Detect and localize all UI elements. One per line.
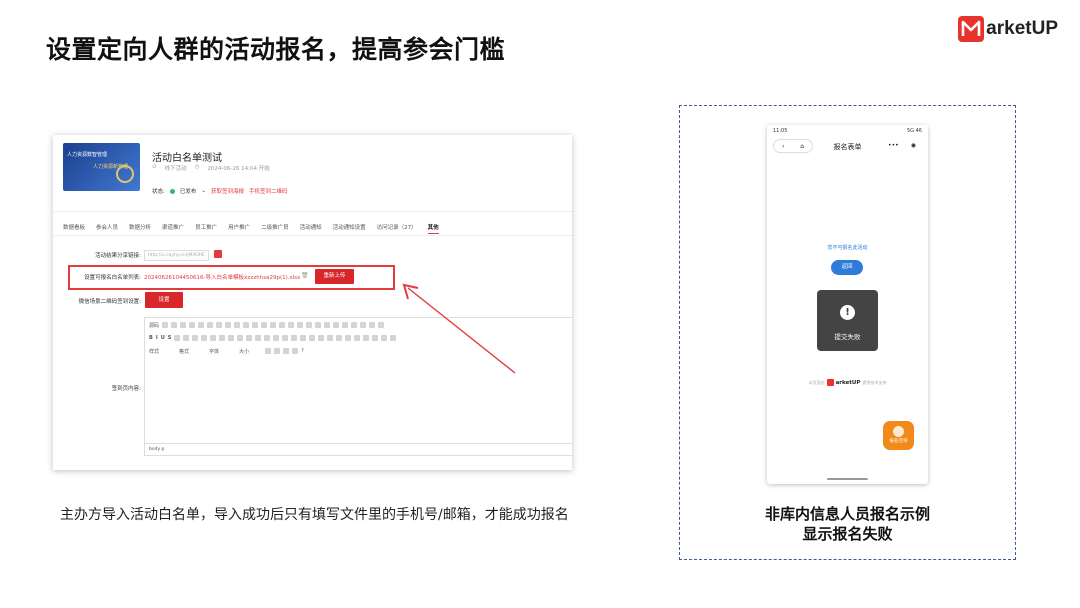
toast-text: 提交失败: [834, 333, 861, 341]
help-icon[interactable]: ?: [301, 348, 304, 354]
brand-m-icon: [826, 379, 834, 386]
nav-capsule-right: ••• ◉: [882, 139, 922, 151]
back-button[interactable]: 返回: [831, 260, 863, 275]
wechat-qr-label: 微信场景二维码签到设置:: [78, 299, 141, 305]
font-select[interactable]: 字体: [209, 348, 219, 355]
event-type: 线下活动: [164, 166, 187, 172]
bold-icon[interactable]: B: [149, 335, 153, 341]
footer-right: 提供技术支持: [862, 379, 887, 385]
exclamation-icon: !: [840, 305, 855, 320]
poster-emblem-icon: [116, 165, 134, 183]
register-notice: 您不可报名此活动: [827, 245, 868, 251]
italic-icon[interactable]: I: [156, 335, 158, 341]
tab-notice-settings[interactable]: 活动通知设置: [333, 223, 366, 234]
signin-content-label: 签到页内容:: [111, 386, 141, 392]
tab-analytics[interactable]: 数据分析: [129, 223, 151, 234]
style-select[interactable]: 样式: [149, 348, 159, 355]
close-target-icon[interactable]: ◉: [911, 142, 916, 149]
divider: [53, 235, 572, 236]
phone-screenshot: 11:05 5G 46 ‹ ⌂ 报名表单 ••• ◉ 您不可报名此活动 返回 !…: [767, 125, 928, 484]
consult-label: 报名咨询: [889, 439, 908, 444]
tab-visit-records[interactable]: 访问记录（27）: [377, 223, 417, 234]
tab-dashboard[interactable]: 数据看板: [63, 223, 85, 234]
underline-icon[interactable]: U: [161, 335, 165, 341]
powered-by: 本页面由 arketUP 提供技术支持: [767, 379, 928, 386]
whitelist-label: 设置可报名白名单列表:: [84, 275, 141, 281]
editor-footer: body p: [144, 443, 572, 455]
tab-channel[interactable]: 渠道推广: [162, 223, 184, 234]
location-icon: ⊙: [152, 164, 157, 170]
brand-m-icon: [958, 16, 985, 42]
get-poster-link[interactable]: 获取签到海报: [211, 187, 244, 195]
consult-float-button[interactable]: 报名咨询: [883, 421, 914, 450]
status-signal: 5G 46: [906, 128, 922, 134]
tab-user[interactable]: 用户推广: [228, 223, 250, 234]
status-value[interactable]: 已发布: [180, 187, 197, 195]
source-button[interactable]: 源码: [149, 322, 159, 329]
brand-logo: arketUP: [958, 16, 1058, 42]
divider: [53, 211, 572, 212]
brand-name: arketUP: [986, 18, 1058, 39]
error-toast: ! 提交失败: [817, 290, 878, 351]
clock-icon: ◷: [194, 164, 200, 170]
setting-button[interactable]: 设置: [145, 292, 183, 308]
share-link-label: 活动结果分享链接:: [95, 253, 141, 259]
status-time: 11:05: [773, 128, 788, 134]
strike-icon[interactable]: S: [168, 335, 172, 341]
copy-icon[interactable]: [214, 250, 222, 258]
event-start-time: 2024-06-26 14:04 开始: [207, 166, 270, 172]
tab-other[interactable]: 其他: [427, 223, 439, 234]
whitelist-file-link[interactable]: 20240626104450616-导入白名单模板xzxzhhsa29p(1).…: [144, 273, 300, 281]
tab-employee[interactable]: 员工推广: [195, 223, 217, 234]
footer-brand: arketUP: [835, 379, 861, 386]
footer-left: 本页面由: [808, 379, 825, 385]
tab-bar: 数据看板 参会人员 数据分析 渠道推广 员工推广 用户推广 二级推广员 活动通知…: [63, 223, 439, 234]
tab-second-level[interactable]: 二级推广员: [261, 223, 289, 234]
caption-right-line2: 显示报名失败: [802, 525, 893, 543]
home-indicator: [827, 478, 868, 480]
poster-text: 人力资源数智管理: [67, 152, 108, 158]
caption-right: 非库内信息人员报名示例 显示报名失败: [679, 504, 1016, 544]
consult-icon: [893, 426, 904, 437]
status-dot-icon: [169, 188, 175, 194]
signin-qr-link[interactable]: 手机签到二维码: [249, 187, 288, 195]
event-poster: 人力资源数智管理 人力资源新管理: [63, 143, 140, 191]
delete-icon[interactable]: 🗑: [301, 272, 309, 279]
slide-title: 设置定向人群的活动报名，提高参会门槛: [46, 35, 506, 64]
event-title: 活动白名单测试: [152, 153, 222, 164]
tab-attendees[interactable]: 参会人员: [96, 223, 118, 234]
event-meta: ⊙ 线下活动 ◷ 2024-06-26 14:04 开始: [152, 164, 270, 172]
size-select[interactable]: 大小: [239, 348, 249, 355]
event-status: 状态: 已发布 ⌄ 获取签到海报 手机签到二维码: [152, 187, 288, 195]
caption-left: 主办方导入活动白名单，导入成功后只有填写文件里的手机号/邮箱，才能成功报名: [60, 507, 569, 523]
more-icon[interactable]: •••: [888, 142, 899, 149]
reupload-button[interactable]: 重新上传: [315, 269, 354, 284]
caption-right-line1: 非库内信息人员报名示例: [764, 505, 930, 523]
annotation-arrow-icon: [402, 283, 516, 374]
format-select[interactable]: 格式: [179, 348, 189, 355]
status-label: 状态:: [152, 189, 165, 195]
share-link-field[interactable]: http://u.cqyhy.cn/jM4OHE: [144, 250, 209, 261]
chevron-down-icon[interactable]: ⌄: [201, 188, 206, 194]
tab-notice[interactable]: 活动通知: [300, 223, 322, 234]
